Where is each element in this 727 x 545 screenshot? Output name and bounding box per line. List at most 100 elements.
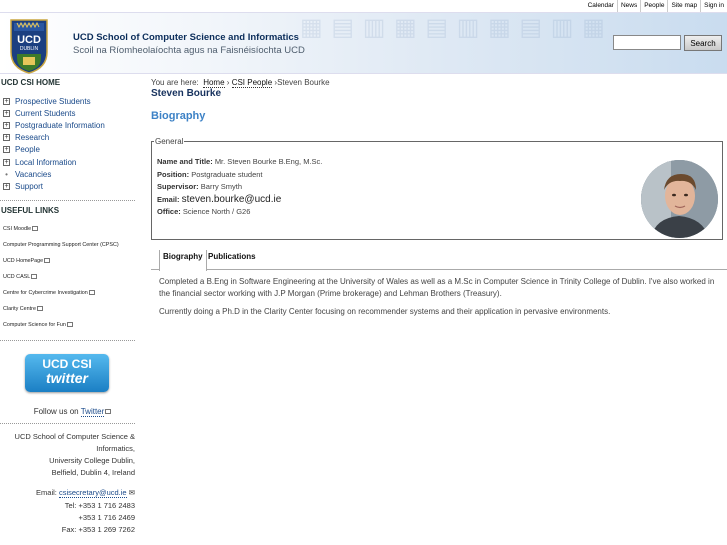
address-line: Informatics, — [96, 443, 135, 453]
contact-fax: Fax: +353 1 269 7262 — [0, 524, 135, 536]
ucd-homepage-link[interactable]: UCD HomePage — [3, 258, 43, 264]
expand-plus-icon[interactable]: + — [3, 97, 10, 105]
bio-paragraph: Currently doing a Ph.D in the Clarity Ce… — [159, 307, 611, 316]
banner-background-texture: ▦ ▤ ▥ ▦ ▤ ▥ ▦ ▤ ▥ ▦ — [300, 14, 606, 41]
detail-label: Office: — [157, 207, 181, 216]
biography-text: Completed a B.Eng in Software Engineerin… — [151, 276, 723, 324]
general-info-panel: General Name and Title: Mr. Steven Bourk… — [151, 137, 723, 240]
calendar-link[interactable]: Calendar — [585, 0, 617, 12]
address-line: University College Dublin, — [49, 455, 135, 465]
external-link-icon — [44, 258, 51, 263]
external-link-icon — [36, 306, 43, 311]
external-link-icon — [31, 274, 38, 279]
sign-in-link[interactable]: Sign in — [700, 0, 727, 12]
divider — [0, 199, 135, 201]
tab-biography[interactable]: Biography — [159, 250, 207, 271]
news-link[interactable]: News — [616, 0, 640, 12]
tab-publications[interactable]: Publications — [205, 250, 259, 270]
breadcrumb-separator: › — [226, 78, 230, 87]
cpsc-link[interactable]: Computer Programming Support Center (CPS… — [3, 242, 119, 248]
detail-label: Supervisor: — [157, 182, 199, 191]
tel-label: Tel: — [64, 500, 77, 510]
sidebar-link[interactable]: Postgraduate Information — [15, 121, 105, 130]
panel-legend: General — [155, 137, 184, 146]
sidebar: UCD CSI HOME + Prospective Students + Cu… — [0, 78, 137, 536]
utility-links: Calendar News People Site map Sign in — [585, 0, 727, 12]
sidebar-nav: + Prospective Students + Current Student… — [0, 95, 137, 193]
breadcrumb-people[interactable]: CSI People — [231, 78, 273, 88]
people-link[interactable]: People — [640, 0, 667, 12]
logo-text: UCD — [17, 34, 41, 46]
sitemap-link[interactable]: Site map — [667, 0, 700, 12]
csi-moodle-link[interactable]: CSI Moodle — [3, 226, 31, 232]
sidebar-link[interactable]: People — [15, 145, 40, 154]
cs-for-fun-link[interactable]: Computer Science for Fun — [3, 322, 66, 328]
expand-plus-icon[interactable]: + — [3, 109, 10, 117]
twitter-badge[interactable]: UCD CSI twitter — [25, 353, 109, 392]
sidebar-link[interactable]: Local Information — [15, 158, 76, 167]
site-subtitle: Scoil na Ríomheolaíochta agus na Faisnéi… — [73, 45, 305, 56]
breadcrumb-prefix: You are here: — [151, 78, 199, 87]
follow-us: Follow us on Twitter — [0, 406, 137, 417]
mail-icon: ✉ — [128, 488, 135, 498]
detail-label: Position: — [157, 169, 190, 179]
useful-links-heading: USEFUL LINKS — [1, 205, 60, 215]
bio-paragraph: Completed a B.Eng in Software Engineerin… — [159, 277, 715, 298]
divider — [0, 422, 135, 424]
twitter-link[interactable]: Twitter — [80, 406, 105, 417]
contact-email: Email: csisecretary@ucd.ie ✉ — [0, 487, 135, 499]
detail-value: Science North / G26 — [182, 207, 251, 216]
search-input[interactable] — [613, 35, 681, 50]
main-content: You are here: Home › CSI People ›Steven … — [151, 78, 727, 316]
useful-links-list: CSI Moodle Computer Programming Support … — [0, 221, 137, 333]
external-link-icon — [88, 290, 95, 295]
expand-plus-icon[interactable]: + — [3, 134, 10, 142]
email-label: Email: — [36, 488, 57, 498]
sidebar-item-people: + People — [0, 144, 137, 156]
sidebar-link[interactable]: Support — [15, 182, 43, 191]
breadcrumb-current: Steven Bourke — [277, 78, 330, 87]
breadcrumb: You are here: Home › CSI People ›Steven … — [151, 78, 723, 88]
breadcrumb-home[interactable]: Home — [203, 78, 225, 88]
detail-supervisor: Supervisor: Barry Smyth — [157, 181, 322, 194]
sidebar-item-local-information: + Local Information — [0, 156, 137, 168]
detail-position: Position: Postgraduate student — [157, 169, 322, 182]
detail-email-value: steven.bourke@ucd.ie — [181, 193, 282, 205]
ucd-crest-logo[interactable]: UCD DUBLIN — [9, 18, 49, 74]
fax-value: +353 1 269 7262 — [78, 524, 135, 534]
expand-plus-icon[interactable]: + — [3, 158, 10, 166]
detail-label: Email: — [157, 194, 180, 204]
tel-value: +353 1 716 2483 — [78, 500, 135, 510]
expand-plus-icon[interactable]: + — [3, 121, 10, 129]
secretary-email-link[interactable]: csisecretary@ucd.ie — [58, 488, 127, 499]
detail-value: Postgraduate student — [191, 169, 263, 179]
clarity-centre-link[interactable]: Clarity Centre — [3, 306, 36, 312]
sidebar-item-vacancies: • Vacancies — [0, 168, 137, 180]
expand-plus-icon[interactable]: + — [3, 146, 10, 154]
list-item: UCD HomePage — [0, 253, 137, 269]
sidebar-link[interactable]: Prospective Students — [15, 97, 91, 106]
cybercrime-centre-link[interactable]: Centre for Cybercrime Investigation — [3, 290, 88, 296]
fax-label: Fax: — [61, 524, 77, 534]
detail-label: Name and Title: — [157, 157, 213, 166]
ucd-casl-link[interactable]: UCD CASL — [3, 274, 30, 280]
search-button[interactable]: Search — [684, 35, 722, 51]
twitter-badge-line2: twitter — [46, 369, 88, 386]
sidebar-item-current-students: + Current Students — [0, 107, 137, 119]
sidebar-item-postgraduate-information: + Postgraduate Information — [0, 119, 137, 131]
contact-tel-2: +353 1 716 2469 — [78, 512, 135, 522]
list-item: Clarity Centre — [0, 301, 137, 317]
sidebar-link[interactable]: Current Students — [15, 109, 75, 118]
address-line: UCD School of Computer Science & — [14, 431, 135, 441]
divider — [0, 339, 135, 341]
school-address: UCD School of Computer Science & Informa… — [0, 431, 137, 537]
profile-details: Name and Title: Mr. Steven Bourke B.Eng,… — [157, 156, 322, 219]
bullet-icon: • — [5, 169, 8, 179]
sidebar-link[interactable]: Vacancies — [15, 170, 51, 179]
twitter-badge-line1: UCD CSI — [42, 356, 92, 371]
sidebar-link[interactable]: Research — [15, 133, 49, 142]
expand-plus-icon[interactable]: + — [3, 182, 10, 190]
detail-value: Mr. Steven Bourke B.Eng, M.Sc. — [214, 157, 323, 166]
detail-name: Name and Title: Mr. Steven Bourke B.Eng,… — [157, 156, 322, 169]
list-item: Computer Science for Fun — [0, 317, 137, 333]
